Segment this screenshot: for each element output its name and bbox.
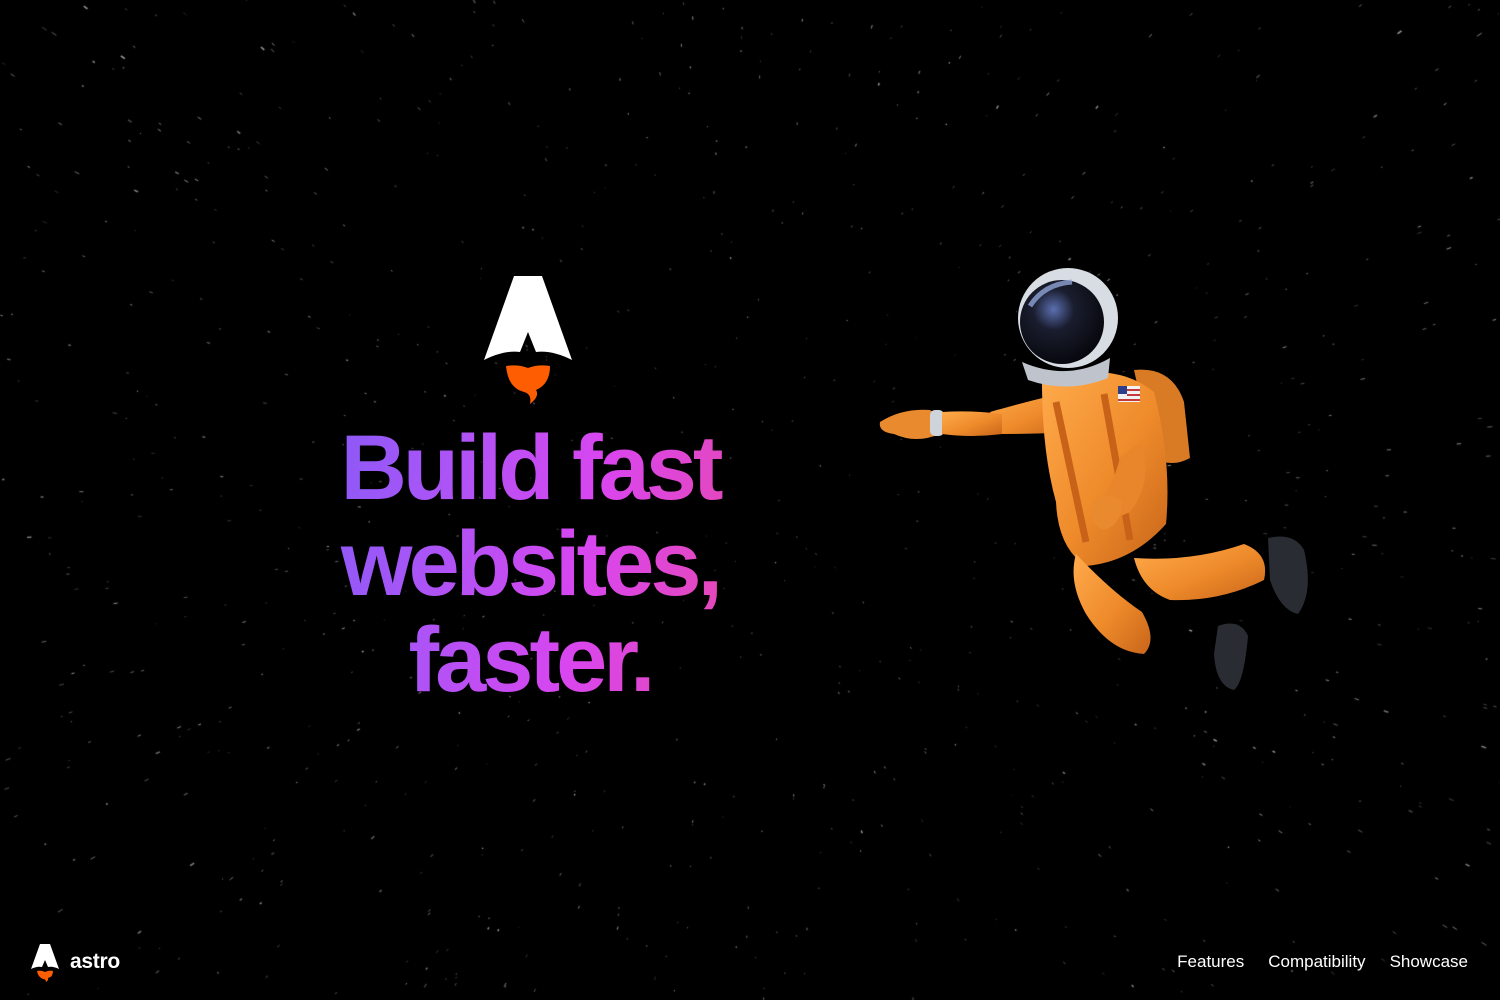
footer-brand-link[interactable]: astro [30,942,120,982]
landing-page: Build fast websites, faster. astro Featu… [0,0,1500,1000]
nav-link-compatibility[interactable]: Compatibility [1268,952,1365,972]
astro-logo-icon [31,944,59,982]
astro-rocket-logo-icon [484,276,572,404]
astronaut-illustration [879,268,1308,690]
headline-line: websites, [340,513,720,615]
hero-headline: Build fast websites, faster. [270,420,790,708]
headline-line: faster. [408,609,652,711]
nav-link-features[interactable]: Features [1177,952,1244,972]
footer-nav: Features Compatibility Showcase [1177,952,1468,972]
brand-wordmark: astro [70,950,120,973]
nav-link-showcase[interactable]: Showcase [1390,952,1468,972]
headline-line: Build fast [340,417,720,519]
